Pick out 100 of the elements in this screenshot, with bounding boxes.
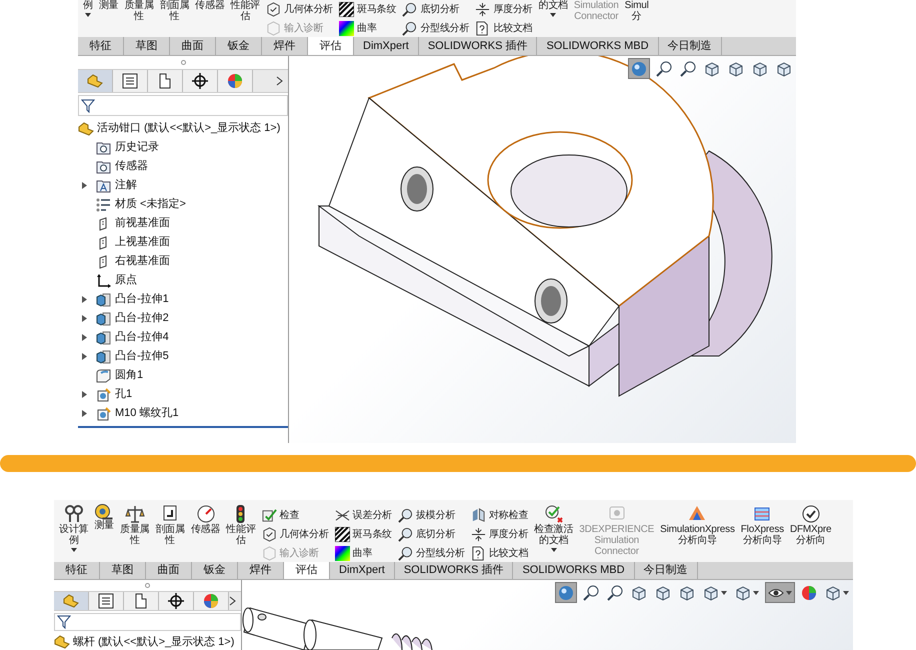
ribbon-button[interactable]: 对称检查 <box>470 507 528 524</box>
expand-arrow-icon[interactable] <box>82 353 87 360</box>
panel-tab[interactable] <box>124 592 159 610</box>
ribbon-button[interactable]: 性能评 估 <box>223 504 259 562</box>
ribbon-button[interactable]: Simul 分 <box>622 0 652 37</box>
gauge-icon <box>196 504 216 524</box>
hole-icon <box>96 406 111 420</box>
filter-field[interactable] <box>78 95 288 116</box>
button-label: Connector <box>594 546 639 557</box>
sphere-icon <box>631 60 647 76</box>
expand-arrow-icon[interactable] <box>82 315 87 322</box>
tree-item[interactable]: 螺杆 (默认<<默认>_显示状态 1>) <box>54 634 241 650</box>
ribbon-button[interactable]: 比较文档 <box>475 20 532 37</box>
tree-item[interactable]: 凸台-拉伸2 <box>78 309 169 328</box>
ribbon-button[interactable]: 例 <box>80 0 96 37</box>
button-label: 分析向导 <box>678 535 718 546</box>
hole-icon <box>96 388 111 402</box>
button-label: Simul <box>624 0 649 11</box>
ribbon-button[interactable]: 传感器 <box>188 504 224 562</box>
tree-item[interactable]: 历史记录 <box>78 138 159 157</box>
tree-item[interactable]: 凸台-拉伸4 <box>78 328 169 347</box>
gradient-square-icon <box>334 546 350 561</box>
ribbon-button[interactable]: 剖面属 性 <box>152 504 188 562</box>
expand-arrow-icon[interactable] <box>82 391 87 398</box>
ribbon-button[interactable]: 厚度分析 <box>470 526 528 543</box>
tree-item[interactable]: 凸台-拉伸5 <box>78 347 169 366</box>
ribbon-tab[interactable]: 评估 <box>284 562 330 579</box>
filter-field[interactable] <box>54 612 241 630</box>
chevron-right-icon[interactable] <box>276 76 284 86</box>
tree-item[interactable]: 圆角1 <box>78 366 144 385</box>
ribbon-button[interactable]: 曲率 <box>339 20 396 37</box>
expand-arrow-icon[interactable] <box>82 182 87 189</box>
ribbon-button[interactable]: 测量 <box>91 504 118 562</box>
tree-item[interactable]: 前视基准面 <box>78 214 170 233</box>
panel-tab[interactable] <box>159 592 194 610</box>
ribbon-button[interactable]: 曲率 <box>334 545 392 562</box>
ribbon-button[interactable]: 拔模分析 <box>398 507 465 524</box>
view-tool[interactable] <box>765 582 795 603</box>
sensor-folder-icon <box>96 160 111 174</box>
button-label: 性 <box>130 535 140 546</box>
ribbon-button[interactable]: 质量属 性 <box>117 504 152 562</box>
chevron-right-icon[interactable] <box>229 596 237 606</box>
ribbon-button[interactable]: 分型线分析 <box>402 20 470 37</box>
panel-tab[interactable] <box>183 70 218 92</box>
ribbon-button[interactable]: 检查 <box>262 507 329 524</box>
panel-tab[interactable] <box>89 592 124 610</box>
tree-item[interactable]: 活动钳口 (默认<<默认>_显示状态 1>) <box>78 119 288 138</box>
color-wheel-icon <box>801 584 817 600</box>
tree-item[interactable]: 孔1 <box>78 385 132 404</box>
ribbon-button[interactable]: 斑马条纹 <box>334 526 392 543</box>
tree-item[interactable]: M10 螺纹孔1 <box>78 404 179 423</box>
ribbon-button[interactable]: 几何体分析 <box>262 526 329 543</box>
ribbon-tab[interactable]: 评估 <box>308 37 354 55</box>
expand-arrow-icon[interactable] <box>82 296 87 303</box>
ribbon-button[interactable]: 性能评 估 <box>228 0 264 37</box>
ribbon-button[interactable]: 设计算 例 <box>56 504 92 562</box>
panel-tab[interactable] <box>113 70 148 92</box>
tree-item[interactable]: 凸台-拉伸1 <box>78 290 169 309</box>
tree-item[interactable]: 注解 <box>78 176 137 195</box>
ribbon-button[interactable]: 检查激活 的文档 <box>531 504 576 562</box>
ribbon-button[interactable]: 几何体分析 <box>266 1 334 18</box>
tree-item[interactable]: 传感器 <box>78 157 148 176</box>
sphere-icon <box>558 584 574 600</box>
ribbon-button[interactable]: 传感器 <box>192 0 228 37</box>
ribbon-button[interactable]: 斑马条纹 <box>339 1 396 18</box>
ribbon-button[interactable]: FloXpress 分析向导 <box>738 504 787 562</box>
caret-icon <box>721 590 727 594</box>
magnifier-icon <box>398 527 413 542</box>
extrude-icon <box>96 350 111 364</box>
tree-item[interactable]: 右视基准面 <box>78 252 170 271</box>
ribbon-button[interactable]: 底切分析 <box>398 526 465 543</box>
tree-item[interactable]: 上视基准面 <box>78 233 170 252</box>
gradient-square-icon <box>339 21 354 36</box>
ribbon-button[interactable]: DFMXpre 分析向 <box>786 504 834 562</box>
button-label: 的文档 <box>538 535 568 546</box>
magnifier-icon <box>398 508 413 523</box>
zoom-icon <box>607 584 623 600</box>
ribbon-button[interactable]: 质量属 性 <box>121 0 157 37</box>
resize-handle-icon[interactable] <box>145 582 150 588</box>
expand-arrow-icon[interactable] <box>82 410 87 417</box>
panel-tab[interactable] <box>148 70 183 92</box>
ribbon-button[interactable]: 厚度分析 <box>475 1 532 18</box>
zoom-icon <box>680 60 696 76</box>
ribbon-button[interactable]: 底切分析 <box>402 1 470 18</box>
ribbon-button[interactable]: 测量 <box>96 0 122 37</box>
tree-item[interactable]: 原点 <box>78 271 137 290</box>
list-icon <box>122 73 138 89</box>
ribbon-button[interactable]: 误差分析 <box>334 507 392 524</box>
button-label: 例 <box>83 0 93 11</box>
view-cube-icon <box>728 60 744 76</box>
caret-icon <box>70 548 77 552</box>
tree-item[interactable]: 材质 <未指定> <box>78 195 186 214</box>
fillet-icon <box>96 368 111 382</box>
expand-arrow-icon[interactable] <box>82 334 87 341</box>
ribbon-button[interactable]: 分型线分析 <box>398 545 465 562</box>
ribbon-button[interactable]: SimulationXpress 分析向导 <box>657 504 738 562</box>
button-label: 性能评 <box>230 0 260 11</box>
ribbon-button[interactable]: 比较文档 <box>470 545 528 562</box>
resize-handle-icon[interactable] <box>180 60 186 65</box>
filter-icon <box>57 614 71 629</box>
